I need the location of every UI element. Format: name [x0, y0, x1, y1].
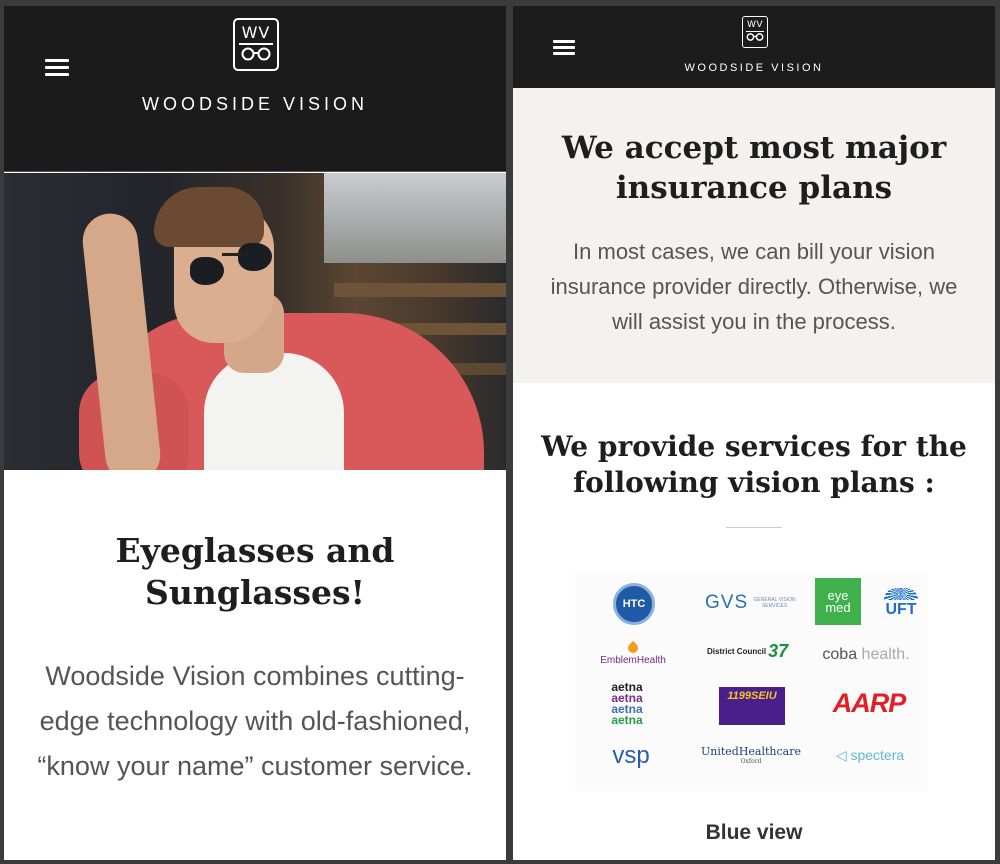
insurance-title: We accept most major insurance plans — [561, 130, 947, 206]
unitedhealthcare-logo: UnitedHealthcare Oxford — [700, 745, 801, 765]
logo-letters: WV — [746, 20, 764, 30]
brand-name[interactable]: WOODSIDE VISION — [4, 94, 506, 115]
vsp-logo: vsp — [612, 742, 650, 769]
brand-logo[interactable]: WV — [742, 16, 768, 48]
eyemed-logo: eye med — [815, 578, 861, 625]
section-divider — [726, 527, 782, 528]
gvs-logo: GVS GENERAL VISION SERVICES — [705, 592, 796, 613]
coba-health-logo: coba health. — [822, 646, 910, 663]
brand-logo[interactable]: WV — [233, 18, 279, 71]
aarp-logo: AARP — [832, 687, 907, 718]
mobile-screen-home: WV WOODSIDE VISION Eyeglasses and Sungla… — [4, 6, 506, 860]
vision-plan-logos: HTC GVS GENERAL VISION SERVICES eye med U… — [575, 573, 927, 791]
plans-title: We provide services for the following vi… — [541, 430, 967, 499]
insurance-text: In most cases, we can bill your vision i… — [550, 239, 958, 334]
logo-letters: WV — [241, 23, 271, 42]
intro-paragraph: Woodside Vision combines cutting-edge te… — [37, 661, 473, 781]
insurance-section: We accept most major insurance plans In … — [513, 88, 995, 383]
site-header: WV WOODSIDE VISION — [4, 6, 506, 172]
aetna-logo: aetna aetna aetna aetna — [611, 680, 643, 727]
emblemhealth-logo: EmblemHealth — [591, 639, 675, 669]
dc37-logo: District Council 37 — [707, 640, 789, 661]
menu-icon[interactable] — [553, 40, 575, 56]
glasses-icon — [241, 47, 271, 61]
page-headline: Eyeglasses and Sunglasses! — [115, 531, 395, 612]
site-header: WV WOODSIDE VISION — [513, 6, 995, 88]
spectera-logo: ◁ spectera — [835, 746, 905, 764]
uft-logo: UFT — [879, 585, 923, 621]
menu-icon[interactable] — [45, 59, 69, 77]
plan-name-partial: Blue view — [705, 821, 803, 844]
htc-logo: HTC — [613, 583, 655, 625]
mobile-screen-insurance: WV WOODSIDE VISION We accept most major … — [513, 6, 995, 860]
brand-name[interactable]: WOODSIDE VISION — [513, 62, 995, 74]
hero-image — [4, 173, 506, 470]
1199seiu-logo: 1199SEIU — [719, 687, 785, 725]
glasses-icon — [746, 33, 764, 41]
